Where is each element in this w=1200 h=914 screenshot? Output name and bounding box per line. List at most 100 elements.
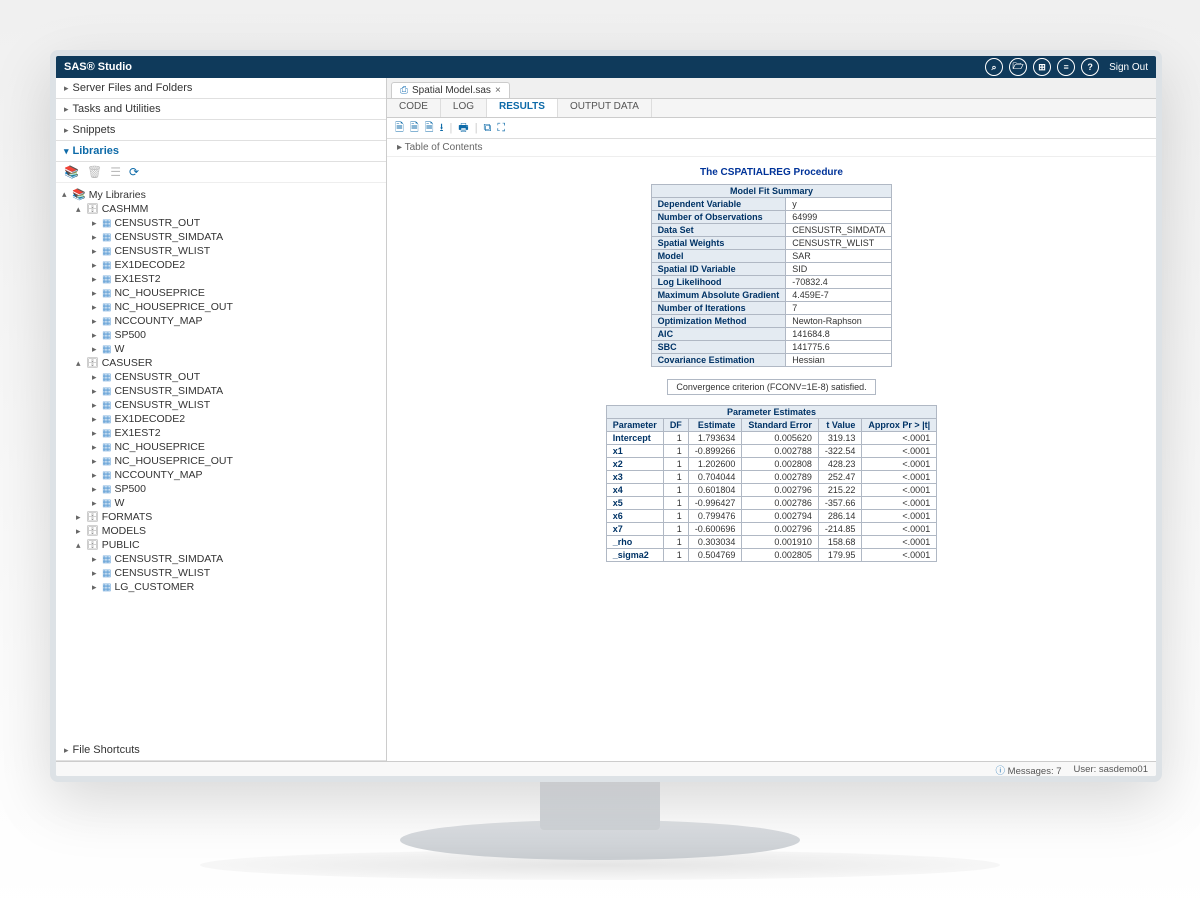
lib-public[interactable]: ▴🗄PUBLIC [56,538,386,552]
dataset-item[interactable]: ▸▦CENSUSTR_SIMDATA [56,230,386,244]
lib-cashmm[interactable]: ▴🗄CASHMM [56,202,386,216]
signout-link[interactable]: Sign Out [1109,62,1148,73]
dataset-item[interactable]: ▸▦NC_HOUSEPRICE [56,286,386,300]
dataset-item[interactable]: ▸▦CENSUSTR_WLIST [56,244,386,258]
est-cell: 179.95 [818,549,862,562]
dataset-item[interactable]: ▸▦NC_HOUSEPRICE [56,440,386,454]
est-cell: 1 [663,510,688,523]
dataset-item[interactable]: ▸▦CENSUSTR_OUT [56,370,386,384]
dataset-item[interactable]: ▸▦EX1DECODE2 [56,258,386,272]
new-window-icon[interactable]: ⧉ [484,122,492,135]
dataset-item[interactable]: ▸▦CENSUSTR_WLIST [56,566,386,580]
est-cell: _rho [606,536,663,549]
fullscreen-icon[interactable]: ⛶ [497,122,505,135]
messages-icon[interactable]: ⓘ [996,766,1006,777]
dataset-item[interactable]: ▸▦NCCOUNTY_MAP [56,314,386,328]
est-cell: 1 [663,458,688,471]
dataset-item[interactable]: ▸▦LG_CUSTOMER [56,580,386,594]
dataset-item[interactable]: ▸▦EX1DECODE2 [56,412,386,426]
est-cell: <.0001 [862,536,937,549]
est-cell: 1 [663,523,688,536]
tab-spatial-model[interactable]: ⎙ Spatial Model.sas × [391,82,510,98]
fit-summary-caption: Model Fit Summary [651,184,893,197]
est-cell: 215.22 [818,484,862,497]
fit-row-label: Dependent Variable [651,198,786,211]
fit-row-value: 64999 [786,211,892,224]
dataset-item[interactable]: ▸▦NCCOUNTY_MAP [56,468,386,482]
dataset-item[interactable]: ▸▦CENSUSTR_SIMDATA [56,384,386,398]
tree-root[interactable]: ▴📚My Libraries [56,187,386,202]
est-cell: 0.001910 [742,536,819,549]
new-lib-icon[interactable]: 📚 [64,165,79,179]
fit-row-value: 141775.6 [786,341,892,354]
est-cell: -0.899266 [688,445,742,458]
est-cell: 0.002796 [742,484,819,497]
dataset-item[interactable]: ▸▦W [56,496,386,510]
est-cell: x5 [606,497,663,510]
view-tabs: CODE LOG RESULTS OUTPUT DATA [387,99,1156,118]
tab-log[interactable]: LOG [441,99,487,117]
est-cell: 1 [663,445,688,458]
dataset-item[interactable]: ▸▦EX1EST2 [56,426,386,440]
est-cell: 0.504769 [688,549,742,562]
est-cell: 1 [663,471,688,484]
fit-row-label: Model [651,250,786,263]
dataset-item[interactable]: ▸▦EX1EST2 [56,272,386,286]
dataset-item[interactable]: ▸▦CENSUSTR_OUT [56,216,386,230]
est-cell: <.0001 [862,432,937,445]
lib-formats[interactable]: ▸🗄FORMATS [56,510,386,524]
download-icon[interactable]: ⭳ [440,119,444,138]
properties-icon[interactable]: ☰ [110,165,121,179]
table-of-contents[interactable]: ▸ Table of Contents [387,139,1156,157]
dataset-item[interactable]: ▸▦SP500 [56,328,386,342]
tab-results[interactable]: RESULTS [487,99,558,117]
acc-snippets[interactable]: ▸Snippets [56,120,386,141]
dataset-item[interactable]: ▸▦SP500 [56,482,386,496]
menu-icon[interactable]: ≡ [1057,58,1075,76]
print-icon[interactable]: 🖶 [458,119,468,138]
dataset-item[interactable]: ▸▦NC_HOUSEPRICE_OUT [56,454,386,468]
acc-tasks[interactable]: ▸Tasks and Utilities [56,99,386,120]
lib-casuser[interactable]: ▴🗄CASUSER [56,356,386,370]
est-cell: x6 [606,510,663,523]
app-title: SAS® Studio [64,61,132,73]
tab-code[interactable]: CODE [387,99,441,117]
dataset-item[interactable]: ▸▦NC_HOUSEPRICE_OUT [56,300,386,314]
fit-row-label: Spatial ID Variable [651,263,786,276]
tab-output-data[interactable]: OUTPUT DATA [558,99,652,117]
est-cell: <.0001 [862,497,937,510]
results-pane: The CSPATIALREG Procedure Model Fit Summ… [387,157,1156,761]
close-icon[interactable]: × [495,85,501,96]
fit-row-value: y [786,198,892,211]
acc-server-files[interactable]: ▸Server Files and Folders [56,78,386,99]
export-html-icon[interactable]: 🗎 [395,119,404,138]
est-cell: <.0001 [862,523,937,536]
search-icon[interactable]: ⌕ [985,58,1003,76]
est-cell: 0.799476 [688,510,742,523]
procedure-title: The CSPATIALREG Procedure [700,167,843,178]
est-cell: _sigma2 [606,549,663,562]
results-toolbar: 🗎 🗎 🗎 ⭳ | 🖶 | ⧉ ⛶ [387,118,1156,139]
open-icon[interactable]: 🗁 [1009,58,1027,76]
help-icon[interactable]: ? [1081,58,1099,76]
est-cell: 0.002808 [742,458,819,471]
est-cell: x2 [606,458,663,471]
dataset-item[interactable]: ▸▦W [56,342,386,356]
apps-icon[interactable]: ⊞ [1033,58,1051,76]
delete-icon[interactable]: 🗑 [87,165,102,179]
fit-row-label: Number of Iterations [651,302,786,315]
acc-libraries[interactable]: ▾Libraries [56,141,386,162]
export-pdf-icon[interactable]: 🗎 [410,119,419,138]
dataset-item[interactable]: ▸▦CENSUSTR_WLIST [56,398,386,412]
est-cell: 1 [663,484,688,497]
export-rtf-icon[interactable]: 🗎 [425,119,434,138]
est-cell: 428.23 [818,458,862,471]
library-tree[interactable]: ▴📚My Libraries▴🗄CASHMM▸▦CENSUSTR_OUT▸▦CE… [56,183,386,598]
messages-count[interactable]: Messages: 7 [1008,766,1062,777]
est-cell: 1 [663,549,688,562]
fit-row-value: SAR [786,250,892,263]
acc-file-shortcuts[interactable]: ▸File Shortcuts [56,740,386,761]
lib-models[interactable]: ▸🗄MODELS [56,524,386,538]
dataset-item[interactable]: ▸▦CENSUSTR_SIMDATA [56,552,386,566]
refresh-icon[interactable]: ⟳ [129,165,139,179]
